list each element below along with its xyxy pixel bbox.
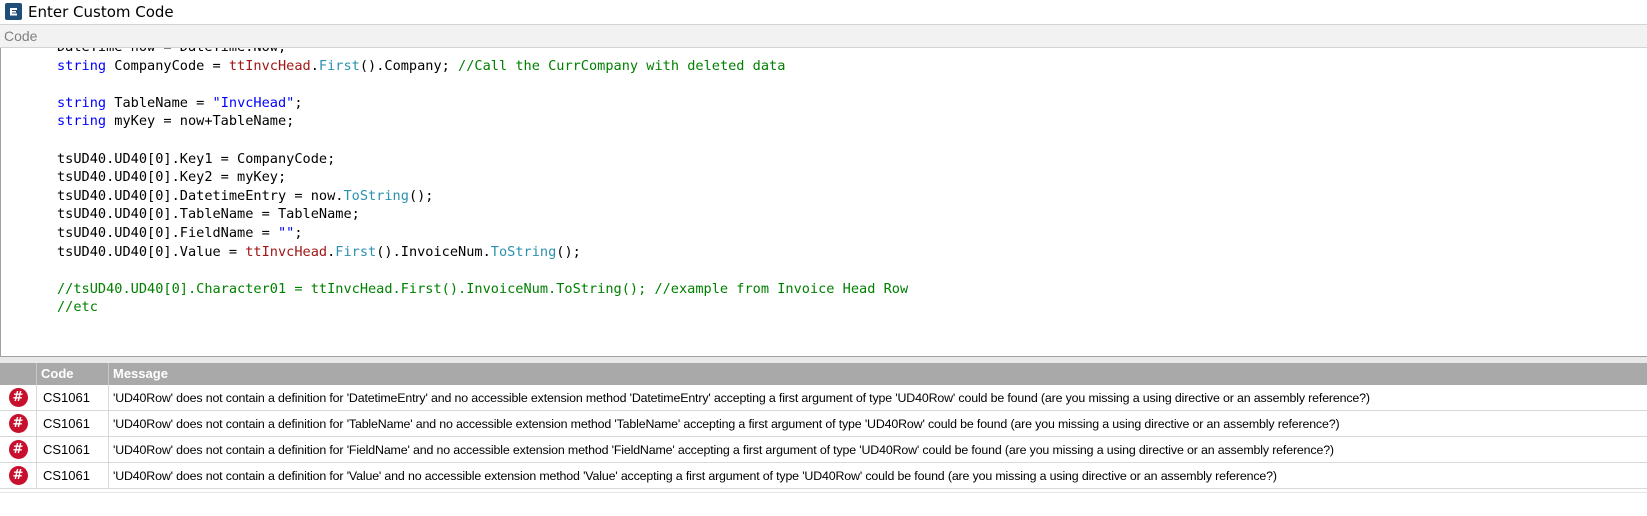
code-token: (); [556, 243, 581, 260]
code-line[interactable] [57, 261, 908, 280]
code-token: tsUD40.UD40[0].TableName = TableName; [57, 206, 360, 223]
error-icon: # [8, 466, 28, 485]
code-token: //tsUD40.UD40[0].Character01 = ttInvcHea… [57, 280, 909, 297]
error-row[interactable]: # CS1061 'UD40Row' does not contain a defi… [0, 437, 1647, 463]
error-icon: # [8, 414, 28, 433]
code-token: tsUD40.UD40[0].DatetimeEntry = now. [57, 187, 344, 204]
code-line[interactable]: //tsUD40.UD40[0].Character01 = ttInvcHea… [57, 280, 908, 299]
code-token: CompanyCode = [106, 57, 229, 74]
error-message: 'UD40Row' does not contain a definition … [113, 416, 1340, 431]
code-token: //Call the CurrCompany with deleted data [458, 57, 786, 74]
code-token: string [57, 57, 107, 74]
code-token: ToString [490, 243, 557, 260]
error-row[interactable]: # CS1061 'UD40Row' does not contain a defi… [0, 385, 1647, 411]
error-icon-cell: # [0, 411, 37, 436]
code-token: DateTime now = DateTime.Now; [57, 48, 286, 55]
grid-empty-area [0, 492, 1647, 516]
code-token: myKey = now+TableName; [106, 113, 295, 130]
code-line[interactable]: tsUD40.UD40[0].Key2 = myKey; [57, 168, 908, 187]
error-code: CS1061 [37, 385, 109, 410]
code-editor[interactable]: DateTime now = DateTime.Now; string Compa… [0, 48, 1647, 357]
error-icon: # [8, 440, 28, 459]
code-token: ; [294, 224, 303, 241]
code-line[interactable]: string CompanyCode = ttInvcHead.First().… [57, 57, 908, 76]
code-token: TableName = [106, 94, 213, 111]
code-token: ().InvoiceNum. [376, 243, 491, 260]
code-token: //etc [57, 299, 98, 316]
code-token: ; [294, 94, 303, 111]
window-title: Enter Custom Code [28, 2, 174, 21]
code-line[interactable]: tsUD40.UD40[0].TableName = TableName; [57, 205, 908, 224]
code-token: tsUD40.UD40[0].Key2 = myKey; [57, 169, 287, 186]
error-code: CS1061 [37, 463, 109, 488]
code-text-area[interactable]: DateTime now = DateTime.Now; string Compa… [57, 48, 908, 317]
code-line[interactable]: //etc [57, 298, 908, 317]
code-token: "InvcHead" [212, 94, 295, 111]
error-list-grid: Code Message # CS1061 'UD40Row' does not c… [0, 363, 1647, 489]
grid-body: # CS1061 'UD40Row' does not contain a defi… [0, 385, 1647, 489]
column-header-icon[interactable] [0, 363, 37, 385]
error-message: 'UD40Row' does not contain a definition … [113, 390, 1370, 405]
code-token: . [310, 57, 319, 74]
error-icon-cell: # [0, 437, 37, 462]
code-token: (); [408, 187, 434, 204]
app-logo-icon [5, 3, 22, 20]
code-line[interactable] [57, 75, 908, 94]
code-token: tsUD40.UD40[0].Key1 = CompanyCode; [57, 150, 336, 167]
error-message: 'UD40Row' does not contain a definition … [113, 442, 1334, 457]
code-token: First [335, 243, 377, 260]
error-row[interactable]: # CS1061 'UD40Row' does not contain a defi… [0, 463, 1647, 489]
code-token: ().Company; [359, 57, 459, 74]
code-line[interactable]: tsUD40.UD40[0].Key1 = CompanyCode; [57, 150, 908, 169]
code-token: ToString [343, 187, 409, 204]
code-token: tsUD40.UD40[0].FieldName = [57, 224, 278, 241]
code-panel-header: Code [0, 24, 1647, 48]
error-message: 'UD40Row' does not contain a definition … [113, 468, 1277, 483]
error-icon-cell: # [0, 385, 37, 410]
title-bar: Enter Custom Code [0, 0, 1647, 23]
column-header-code[interactable]: Code [37, 363, 109, 385]
code-line[interactable]: tsUD40.UD40[0].Value = ttInvcHead.First(… [57, 243, 908, 262]
error-icon-cell: # [0, 463, 37, 488]
code-token: ttInvcHead [228, 57, 311, 74]
code-line[interactable]: tsUD40.UD40[0].DatetimeEntry = now.ToStr… [57, 187, 908, 206]
code-token: string [57, 94, 107, 111]
code-token: First [318, 57, 360, 74]
code-line[interactable]: string TableName = "InvcHead"; [57, 94, 908, 113]
error-icon: # [8, 388, 28, 407]
code-panel-label: Code [4, 28, 38, 44]
code-token: tsUD40.UD40[0].Value = [57, 243, 246, 260]
error-code: CS1061 [37, 411, 109, 436]
code-token: "" [277, 224, 295, 241]
error-code: CS1061 [37, 437, 109, 462]
code-token: string [57, 113, 107, 130]
column-header-message[interactable]: Message [109, 363, 1647, 385]
error-row[interactable]: # CS1061 'UD40Row' does not contain a defi… [0, 411, 1647, 437]
code-token: ttInvcHead [245, 243, 328, 260]
code-line[interactable]: DateTime now = DateTime.Now; [57, 48, 908, 57]
code-line[interactable]: string myKey = now+TableName; [57, 112, 908, 131]
grid-header: Code Message [0, 363, 1647, 385]
code-line[interactable]: tsUD40.UD40[0].FieldName = ""; [57, 224, 908, 243]
code-line[interactable] [57, 131, 908, 150]
